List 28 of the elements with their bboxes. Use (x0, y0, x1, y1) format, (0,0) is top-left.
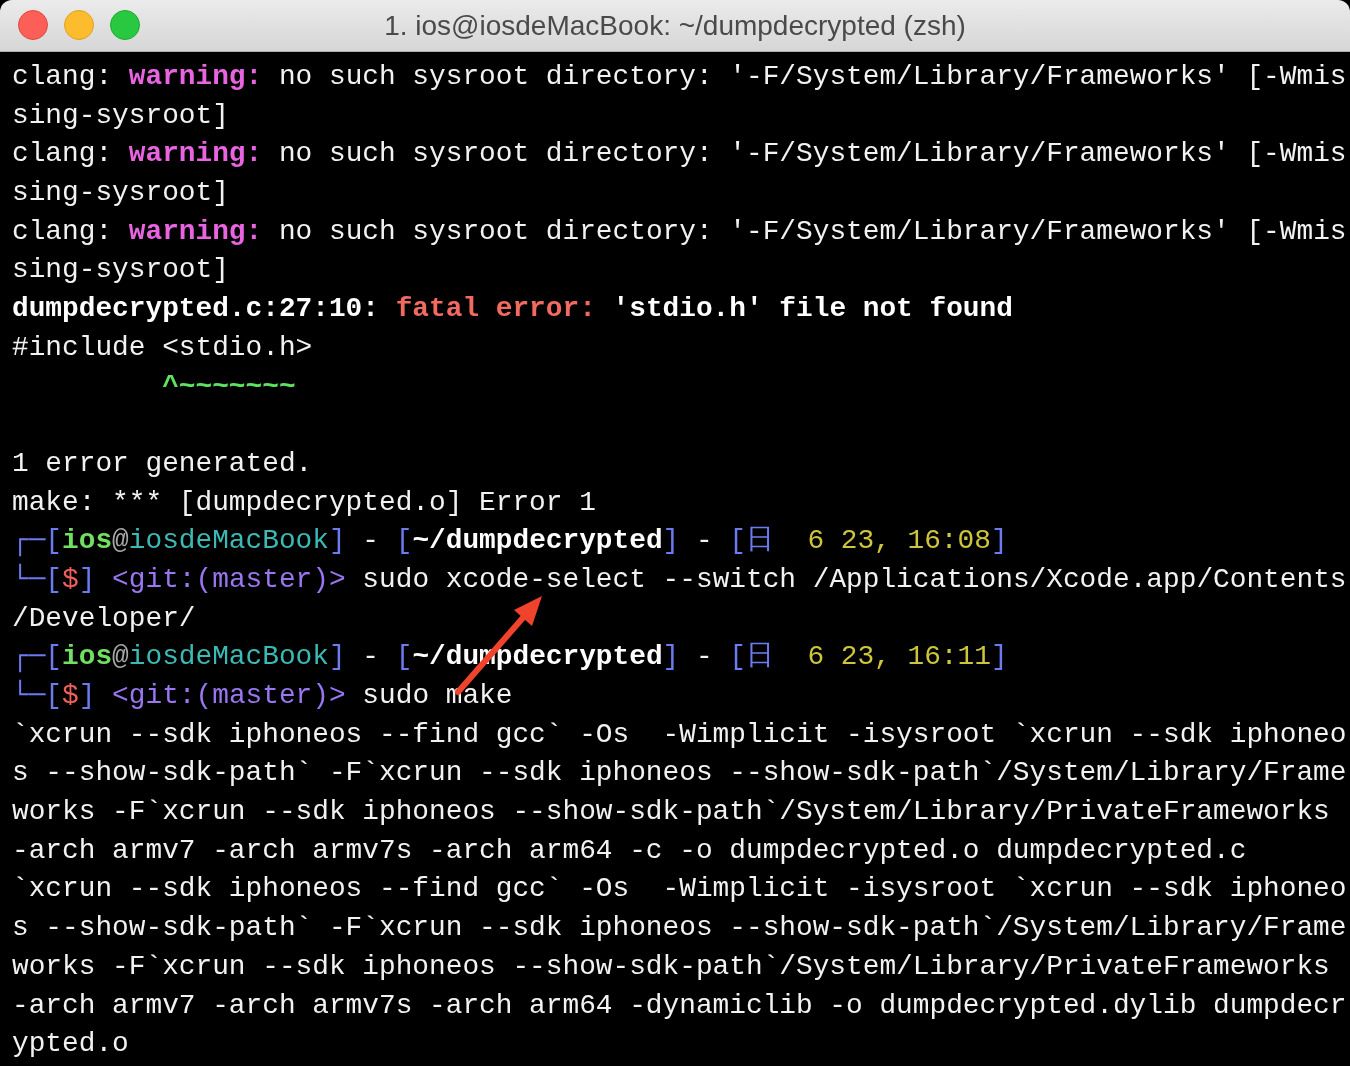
terminal-line: sing-sysroot] (12, 176, 229, 211)
terminal-line: -arch armv7 -arch armv7s -arch arm64 -c -o dumpdecrypted.o dumpdecrypted.c (12, 833, 1247, 868)
terminal-line: works -F`xcrun --sdk iphoneos --show-sdk-path`/System/Library/PrivateFrameworks (12, 949, 1330, 984)
terminal-line: clang: warning: no such sysroot directory: '-F/System/Library/Frameworks' [-Wmis (12, 137, 1347, 172)
terminal-line: └─[$] <git:(master)> sudo make (12, 678, 513, 713)
terminal-line: clang: warning: no such sysroot directory: '-F/System/Library/Frameworks' [-Wmis (12, 60, 1347, 94)
terminal-line: ^~~~~~~~ (161, 369, 296, 404)
terminal-line: #include <stdio.h> (12, 330, 313, 365)
minimize-button[interactable] (64, 10, 94, 40)
terminal-line: 1 error generated. (12, 446, 313, 481)
terminal-line: s --show-sdk-path` -F`xcrun --sdk iphoneos --show-sdk-path`/System/Library/Frame (12, 911, 1347, 946)
terminal-line: s --show-sdk-path` -F`xcrun --sdk iphoneos --show-sdk-path`/System/Library/Frame (12, 756, 1347, 791)
terminal-line: sing-sysroot] (12, 253, 229, 288)
terminal-line: sing-sysroot] (12, 98, 229, 133)
terminal-line: clang: warning: no such sysroot directory: '-F/System/Library/Frameworks' [-Wmis (12, 214, 1347, 249)
terminal-line: dumpdecrypted.c:27:10: fatal error: 'stdio.h' file not found (12, 292, 1013, 327)
terminal-line: ypted.o (12, 1027, 129, 1062)
terminal-line: └─[$] <git:(master)> sudo xcode-select --switch /Applications/Xcode.app/Contents (12, 562, 1347, 597)
terminal-line: -arch armv7 -arch armv7s -arch arm64 -dynamiclib -o dumpdecrypted.dylib dumpdecr (12, 988, 1347, 1023)
close-button[interactable] (18, 10, 48, 40)
terminal-line: ┌─[ios@iosdeMacBook] - [~/dumpdecrypted] - [日 6 23, 16:08] (12, 524, 1008, 559)
zoom-button[interactable] (110, 10, 140, 40)
terminal-line: works -F`xcrun --sdk iphoneos --show-sdk-path`/System/Library/PrivateFrameworks (12, 795, 1330, 830)
terminal-line: `xcrun --sdk iphoneos --find gcc` -Os -Wimplicit -isysroot `xcrun --sdk iphoneo (12, 717, 1347, 752)
terminal-line: make: *** [dumpdecrypted.o] Error 1 (12, 485, 596, 520)
terminal-line: /Developer/ (12, 601, 196, 636)
terminal-line: `xcrun --sdk iphoneos --find gcc` -Os -Wimplicit -isysroot `xcrun --sdk iphoneo (12, 872, 1347, 907)
window-title: 1. ios@iosdeMacBook: ~/dumpdecrypted (zsh) (384, 9, 966, 43)
